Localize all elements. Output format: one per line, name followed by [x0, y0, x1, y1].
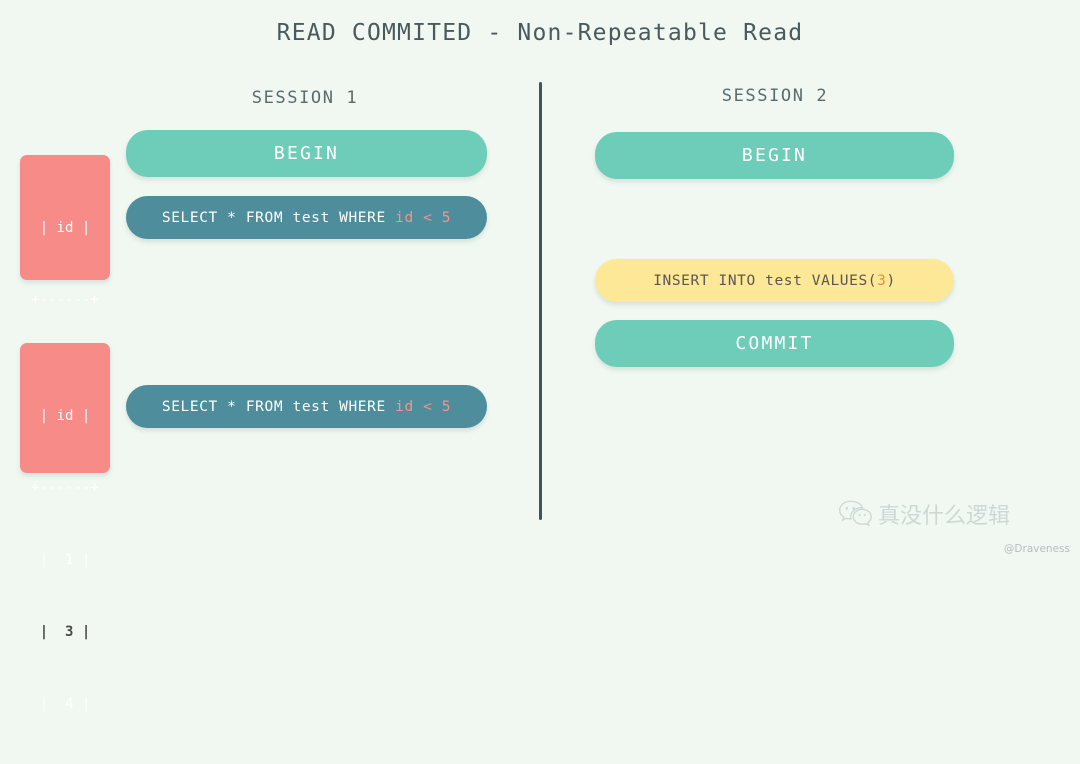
statement-text: INSERT INTO test VALUES(: [653, 272, 878, 289]
statement-text: BEGIN: [741, 145, 808, 166]
statement-predicate: id < 5: [395, 398, 452, 415]
session-2-header: SESSION 2: [721, 86, 829, 106]
diagram-canvas: READ COMMITED - Non-Repeatable Read SESS…: [0, 0, 1080, 712]
statement-value: 3: [877, 272, 887, 289]
watermark: 真没什么逻辑: [838, 498, 1010, 530]
session1-select-second-statement[interactable]: SELECT * FROM test WHERE id < 5: [126, 385, 487, 428]
session2-commit-statement[interactable]: COMMIT: [595, 320, 954, 367]
result-table-after: | id | +------+ | 1 | | 3 | | 4 |: [20, 343, 110, 712]
statement-text: SELECT * FROM test WHERE: [161, 209, 396, 226]
table-row-highlighted: | 3 |: [39, 624, 91, 640]
table-row: | 4 |: [39, 696, 91, 712]
session2-begin-statement[interactable]: BEGIN: [595, 132, 954, 179]
author-signature: @Draveness: [1003, 543, 1070, 555]
table-separator: +------+: [31, 292, 99, 308]
session1-select-first-statement[interactable]: SELECT * FROM test WHERE id < 5: [126, 196, 487, 239]
table-header: | id |: [39, 408, 91, 424]
session-1-header: SESSION 1: [251, 88, 359, 108]
table-header: | id |: [39, 220, 91, 236]
result-table-before: | id | +------+ | 1 | | 4 |: [20, 155, 110, 452]
page-title: READ COMMITED - Non-Repeatable Read: [276, 20, 804, 46]
table-separator: +------+: [31, 480, 99, 496]
wechat-icon: [839, 500, 872, 527]
statement-text: BEGIN: [273, 143, 340, 164]
statement-text: SELECT * FROM test WHERE: [161, 398, 396, 415]
session-divider: [539, 82, 542, 520]
watermark-text: 真没什么逻辑: [878, 504, 1011, 529]
session1-begin-statement[interactable]: BEGIN: [126, 130, 487, 177]
statement-text: COMMIT: [735, 333, 814, 354]
statement-text-suffix: ): [886, 272, 896, 289]
statement-predicate: id < 5: [395, 209, 452, 226]
session2-insert-statement[interactable]: INSERT INTO test VALUES(3): [595, 259, 954, 302]
table-row: | 1 |: [39, 552, 91, 568]
